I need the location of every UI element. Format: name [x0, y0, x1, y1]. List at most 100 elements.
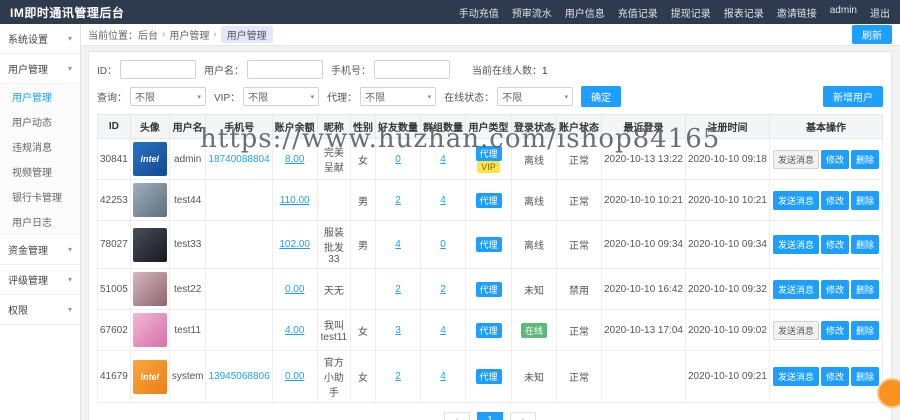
sidebar-subitem[interactable]: 视频管理 [0, 159, 80, 184]
search-submit-button[interactable]: 确定 [581, 86, 621, 107]
send-message-button[interactable]: 发送消息 [773, 321, 819, 340]
balance-link[interactable]: 0.00 [285, 284, 304, 295]
floating-help-button[interactable] [877, 378, 900, 408]
user-type-badge: 代理 [476, 193, 502, 208]
send-message-button[interactable]: 发送消息 [773, 191, 819, 210]
table-cell: 13945068806 [206, 351, 272, 403]
column-header: 手机号 [206, 115, 272, 139]
table-cell: 2 [376, 180, 421, 221]
edit-button[interactable]: 修改 [821, 280, 849, 299]
chevron-down-icon: ▾ [68, 64, 72, 73]
chevron-down-icon: ▾ [68, 245, 72, 254]
filter-select[interactable]: 不限▾ [497, 87, 573, 106]
next-page-button[interactable]: › [510, 412, 536, 420]
navbar-item[interactable]: 退出 [870, 5, 890, 20]
groups-count-link[interactable]: 4 [440, 371, 446, 382]
phone-link[interactable]: 18740088804 [208, 154, 269, 165]
table-cell: 代理 [466, 310, 512, 351]
prev-page-button[interactable]: ‹ [444, 412, 470, 420]
table-cell: 0.00 [272, 351, 317, 403]
table-row: 78027test33102.00服装批发33男40代理离线正常2020-10-… [98, 221, 883, 269]
groups-count-link[interactable]: 2 [440, 284, 446, 295]
navbar-item[interactable]: admin [830, 5, 857, 20]
edit-button[interactable]: 修改 [821, 321, 849, 340]
groups-count-link[interactable]: 4 [440, 154, 446, 165]
balance-link[interactable]: 8.00 [285, 154, 304, 165]
send-message-button[interactable]: 发送消息 [773, 235, 819, 254]
groups-count-link[interactable]: 4 [440, 325, 446, 336]
edit-button[interactable]: 修改 [821, 235, 849, 254]
friends-count-link[interactable]: 4 [395, 239, 401, 250]
groups-count-link[interactable]: 4 [440, 195, 446, 206]
filter-select[interactable]: 不限▾ [360, 87, 436, 106]
send-message-button[interactable]: 发送消息 [773, 150, 819, 169]
edit-button[interactable]: 修改 [821, 367, 849, 386]
phone-link[interactable]: 13945068806 [208, 371, 269, 382]
navbar-item[interactable]: 用户信息 [565, 5, 605, 20]
balance-link[interactable]: 0.00 [285, 371, 304, 382]
table-cell: 离线 [512, 139, 557, 180]
table-cell: intel [130, 139, 169, 180]
sidebar-group[interactable]: 权限▾ [0, 295, 80, 325]
refresh-button[interactable]: 刷新 [852, 25, 892, 44]
edit-button[interactable]: 修改 [821, 191, 849, 210]
sidebar-group[interactable]: 评级管理▾ [0, 265, 80, 295]
filter-label: 用户名： [204, 62, 244, 77]
table-cell: 2020-10-10 09:34 [602, 221, 686, 269]
table-cell [130, 269, 169, 310]
sidebar-subitem[interactable]: 银行卡管理 [0, 184, 80, 209]
navbar-item[interactable]: 手动充值 [459, 5, 499, 20]
sidebar-subitem[interactable]: 用户动态 [0, 109, 80, 134]
send-message-button[interactable]: 发送消息 [773, 367, 819, 386]
navbar-item[interactable]: 提现记录 [671, 5, 711, 20]
sidebar-group[interactable]: 系统设置▾ [0, 24, 80, 54]
sidebar-group[interactable]: 资金管理▾ [0, 235, 80, 265]
friends-count-link[interactable]: 2 [395, 371, 401, 382]
sidebar-group[interactable]: 用户管理▾ [0, 54, 80, 84]
delete-button[interactable]: 删除 [851, 367, 879, 386]
balance-link[interactable]: 102.00 [279, 239, 310, 250]
table-row: 51005test220.00天无22代理未知禁用2020-10-10 16:4… [98, 269, 883, 310]
sidebar-subitem[interactable]: 用户管理 [0, 84, 80, 109]
column-header: 登录状态 [512, 115, 557, 139]
filter-select-value: 不限 [502, 89, 522, 104]
filter-label: 在线状态： [444, 89, 494, 104]
add-user-button[interactable]: 新增用户 [823, 86, 883, 107]
page-1-button[interactable]: 1 [477, 412, 503, 420]
navbar-item[interactable]: 预审流水 [512, 5, 552, 20]
filter-input[interactable] [120, 60, 196, 79]
filter-select[interactable]: 不限▾ [243, 87, 319, 106]
table-cell: 官方小助手 [317, 351, 350, 403]
delete-button[interactable]: 删除 [851, 280, 879, 299]
breadcrumb-bar: 当前位置：后台 › 用户管理 › 用户管理 刷新 [80, 24, 900, 46]
filter-field: 在线状态：不限▾ [444, 87, 573, 106]
delete-button[interactable]: 删除 [851, 150, 879, 169]
balance-link[interactable]: 110.00 [280, 195, 310, 206]
login-status-badge: 在线 [521, 323, 547, 338]
delete-button[interactable]: 删除 [851, 191, 879, 210]
send-message-button[interactable]: 发送消息 [773, 280, 819, 299]
navbar-item[interactable]: 报表记录 [724, 5, 764, 20]
friends-count-link[interactable]: 0 [395, 154, 401, 165]
friends-count-link[interactable]: 2 [395, 195, 401, 206]
table-cell: 代理 [466, 269, 512, 310]
groups-count-link[interactable]: 0 [440, 239, 446, 250]
chevron-right-icon: › [162, 29, 165, 40]
filter-input[interactable] [247, 60, 323, 79]
table-cell: 女 [351, 310, 376, 351]
column-header: ID [98, 115, 131, 139]
sidebar-subitem[interactable]: 违规消息 [0, 134, 80, 159]
navbar-item[interactable]: 邀请链接 [777, 5, 817, 20]
friends-count-link[interactable]: 2 [395, 284, 401, 295]
navbar-item[interactable]: 充值记录 [618, 5, 658, 20]
filter-select[interactable]: 不限▾ [130, 87, 206, 106]
friends-count-link[interactable]: 3 [395, 325, 401, 336]
column-header: 群组数量 [421, 115, 466, 139]
balance-link[interactable]: 4.00 [285, 325, 304, 336]
filter-input[interactable] [374, 60, 450, 79]
table-cell: 代理 [466, 180, 512, 221]
delete-button[interactable]: 删除 [851, 321, 879, 340]
sidebar-subitem[interactable]: 用户日志 [0, 209, 80, 234]
edit-button[interactable]: 修改 [821, 150, 849, 169]
delete-button[interactable]: 删除 [851, 235, 879, 254]
